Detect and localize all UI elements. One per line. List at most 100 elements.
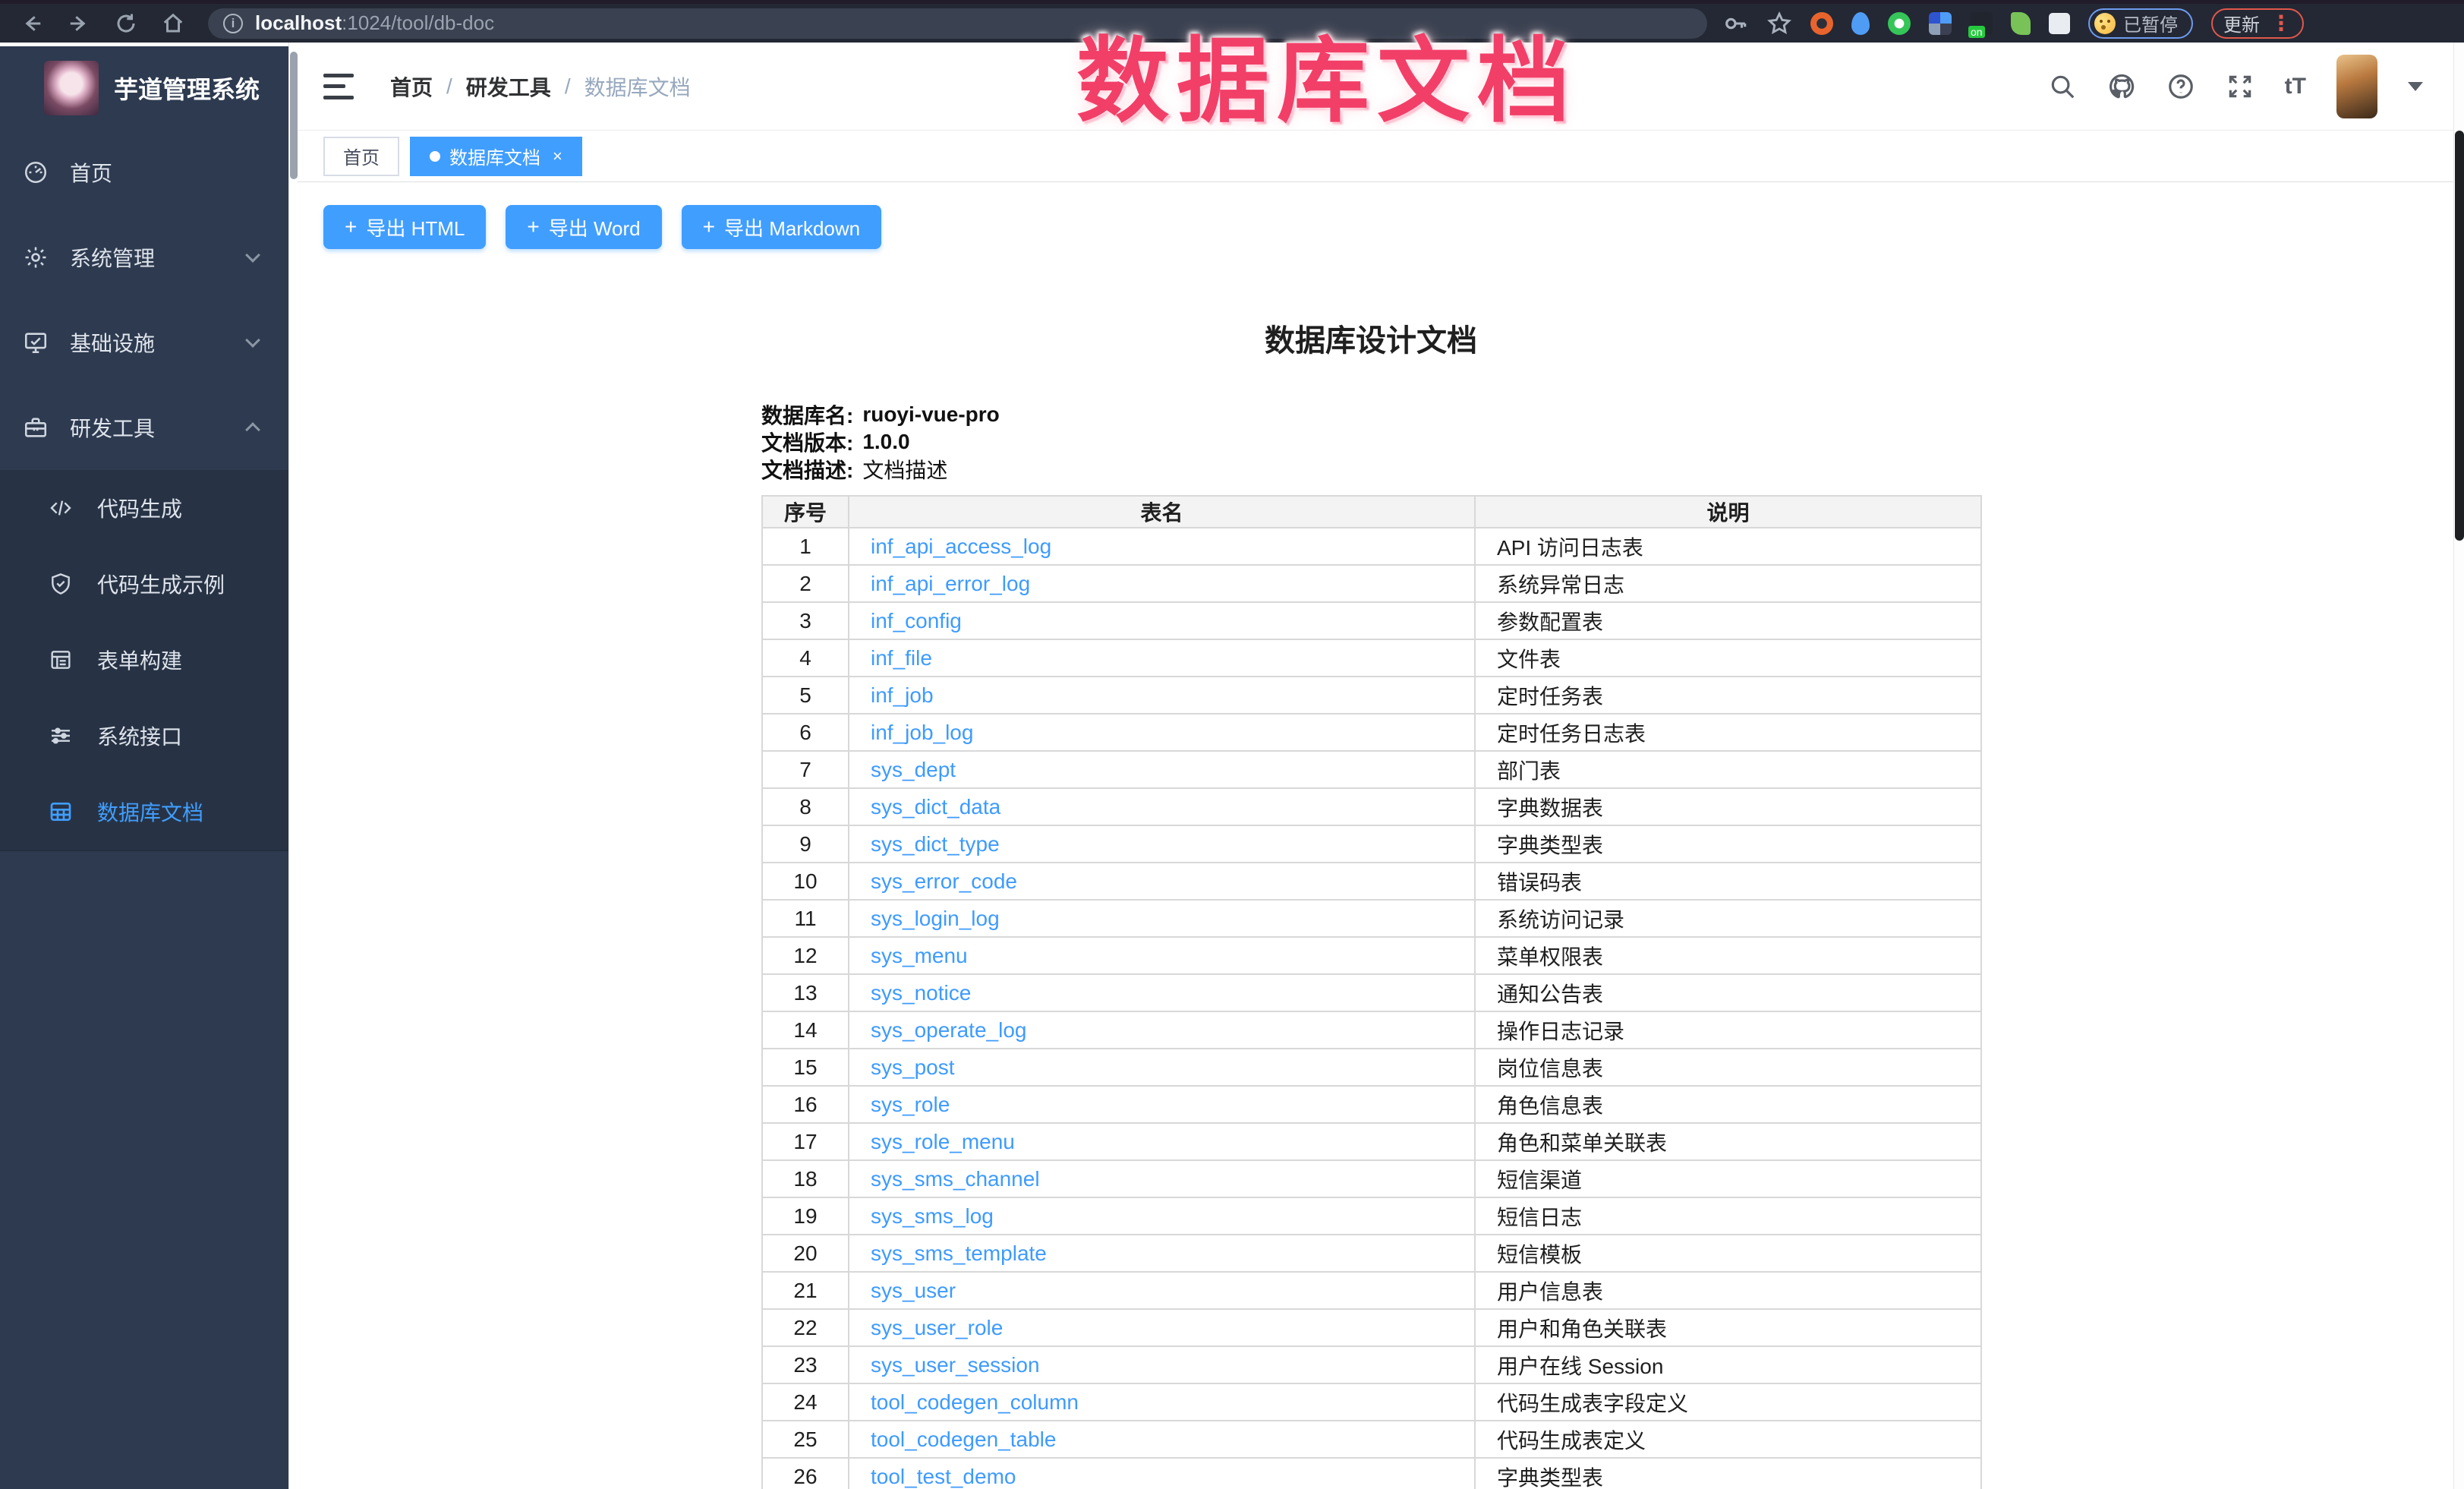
table-name-link[interactable]: sys_sms_channel (871, 1167, 1040, 1191)
table-name-cell: sys_error_code (849, 863, 1475, 900)
user-menu-caret-icon[interactable] (2408, 82, 2423, 91)
table-name-link[interactable]: sys_sms_template (871, 1241, 1047, 1265)
export-word-button[interactable]: + 导出 Word (506, 205, 661, 249)
extension-icon[interactable] (1888, 12, 1911, 35)
extension-icon[interactable] (1810, 12, 1833, 35)
sidebar-item-dev-tools[interactable]: 研发工具 (0, 385, 288, 470)
breadcrumb-home[interactable]: 首页 (390, 71, 433, 102)
table-name-link[interactable]: inf_job (871, 683, 934, 707)
meta-doc-version: 文档版本: 1.0.0 (761, 428, 1980, 456)
table-name-link[interactable]: sys_role_menu (871, 1130, 1015, 1153)
extension-icon[interactable] (1970, 12, 1993, 35)
table-name-link[interactable]: inf_config (871, 609, 962, 633)
sidebar-item-code-generation[interactable]: 代码生成 (0, 470, 288, 546)
table-name-cell: sys_role_menu (849, 1123, 1475, 1160)
table-name-link[interactable]: inf_api_access_log (871, 535, 1051, 558)
table-name-link[interactable]: sys_dict_type (871, 832, 1000, 856)
page-scrollbar[interactable] (2453, 43, 2464, 1489)
table-desc-cell: 短信模板 (1475, 1235, 1981, 1272)
table-name-link[interactable]: sys_role (871, 1093, 950, 1116)
tag-close-icon[interactable]: × (553, 148, 562, 165)
table-name-link[interactable]: sys_menu (871, 944, 968, 967)
help-icon[interactable] (2166, 72, 2195, 101)
tag-db-doc[interactable]: 数据库文档 × (410, 137, 582, 176)
table-name-link[interactable]: tool_codegen_column (871, 1390, 1079, 1414)
row-number-cell: 13 (762, 974, 849, 1011)
table-row: 3inf_config参数配置表 (762, 602, 1981, 639)
table-name-cell: inf_config (849, 602, 1475, 639)
sidebar-collapse-button[interactable] (323, 74, 354, 99)
tag-home[interactable]: 首页 (323, 137, 399, 176)
table-name-link[interactable]: inf_job_log (871, 721, 973, 744)
browser-update-button[interactable]: 更新 ⋮ (2211, 8, 2304, 39)
table-name-cell: tool_codegen_column (849, 1383, 1475, 1421)
sidebar-item-home[interactable]: 首页 (0, 130, 288, 215)
export-html-button[interactable]: + 导出 HTML (323, 205, 486, 249)
search-icon[interactable] (2048, 72, 2077, 101)
table-desc-cell: 字典类型表 (1475, 1458, 1981, 1489)
page-scrollbar-thumb[interactable] (2455, 131, 2464, 541)
table-desc-cell: 参数配置表 (1475, 602, 1981, 639)
table-desc-cell: 定时任务日志表 (1475, 714, 1981, 751)
forward-arrow-icon (68, 12, 90, 35)
breadcrumb-dev-tools[interactable]: 研发工具 (466, 71, 551, 102)
table-name-link[interactable]: sys_operate_log (871, 1018, 1026, 1042)
main-area: 首页 / 研发工具 / 数据库文档 tT 首页 (298, 43, 2453, 1489)
row-number-cell: 10 (762, 863, 849, 900)
row-number-cell: 11 (762, 900, 849, 937)
browser-back-button[interactable] (17, 8, 47, 39)
table-name-link[interactable]: sys_user_session (871, 1353, 1040, 1377)
table-name-link[interactable]: sys_error_code (871, 869, 1017, 893)
table-name-link[interactable]: tool_test_demo (871, 1465, 1016, 1488)
extension-icon[interactable] (1929, 12, 1952, 35)
table-row: 14sys_operate_log操作日志记录 (762, 1011, 1981, 1049)
site-info-icon[interactable]: i (223, 14, 243, 33)
table-name-link[interactable]: tool_codegen_table (871, 1427, 1056, 1451)
table-row: 15sys_post岗位信息表 (762, 1049, 1981, 1086)
app-logo-image (44, 61, 99, 115)
gear-icon (23, 244, 49, 270)
table-row: 16sys_role角色信息表 (762, 1086, 1981, 1123)
sidebar-item-db-doc[interactable]: 数据库文档 (0, 774, 288, 850)
table-name-link[interactable]: sys_notice (871, 981, 971, 1005)
fullscreen-icon[interactable] (2226, 72, 2254, 101)
sidebar-item-codegen-example[interactable]: 代码生成示例 (0, 546, 288, 622)
table-name-cell: sys_post (849, 1049, 1475, 1086)
extension-icon[interactable] (1851, 12, 1870, 35)
extension-icon[interactable] (2011, 12, 2031, 35)
sidebar-item-system-api[interactable]: 系统接口 (0, 698, 288, 774)
profile-paused-badge[interactable]: 已暂停 (2088, 8, 2193, 39)
key-icon[interactable] (1722, 11, 1748, 36)
table-name-cell: sys_sms_channel (849, 1160, 1475, 1197)
sidebar-scrollbar[interactable] (288, 43, 298, 1489)
table-name-link[interactable]: inf_api_error_log (871, 572, 1030, 595)
extensions-puzzle-icon[interactable] (2049, 13, 2070, 34)
sidebar-item-form-builder[interactable]: 表单构建 (0, 622, 288, 698)
browser-forward-button[interactable] (64, 8, 94, 39)
table-name-link[interactable]: sys_dict_data (871, 795, 1000, 819)
doc-title: 数据库设计文档 (761, 316, 1980, 360)
table-name-cell: sys_operate_log (849, 1011, 1475, 1049)
table-name-link[interactable]: sys_post (871, 1055, 955, 1079)
table-name-link[interactable]: sys_user_role (871, 1316, 1003, 1339)
sidebar-item-infrastructure[interactable]: 基础设施 (0, 300, 288, 385)
sidebar-item-system-management[interactable]: 系统管理 (0, 215, 288, 300)
user-avatar[interactable] (2336, 55, 2377, 118)
sidebar-scrollbar-thumb[interactable] (290, 52, 298, 179)
sidebar-item-label: 表单构建 (97, 645, 182, 675)
table-name-link[interactable]: sys_login_log (871, 907, 1000, 930)
browser-home-button[interactable] (158, 8, 188, 39)
table-row: 8sys_dict_data字典数据表 (762, 788, 1981, 825)
export-markdown-button[interactable]: + 导出 Markdown (682, 205, 882, 249)
browser-reload-button[interactable] (111, 8, 141, 39)
table-name-link[interactable]: sys_user (871, 1279, 956, 1302)
table-name-link[interactable]: sys_sms_log (871, 1204, 994, 1228)
app-logo-row[interactable]: 芋道管理系统 (0, 46, 288, 130)
table-desc-cell: 用户在线 Session (1475, 1346, 1981, 1383)
github-icon[interactable] (2107, 72, 2136, 101)
browser-menu-kebab-icon[interactable]: ⋮ (2270, 13, 2292, 34)
table-name-link[interactable]: sys_dept (871, 758, 956, 781)
table-name-link[interactable]: inf_file (871, 646, 932, 670)
bookmark-star-icon[interactable] (1766, 11, 1792, 36)
font-size-icon[interactable]: tT (2285, 74, 2306, 99)
